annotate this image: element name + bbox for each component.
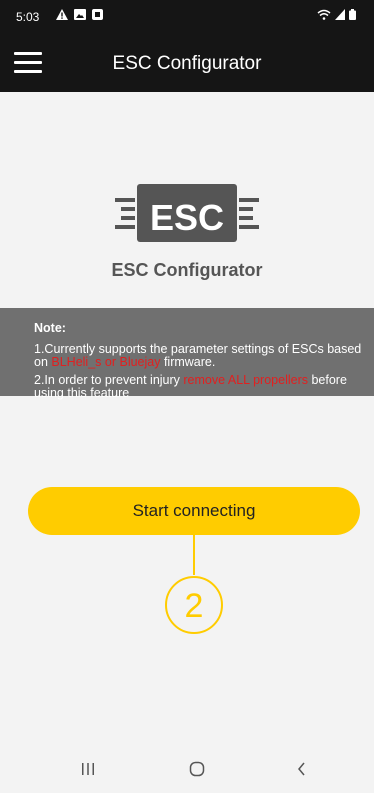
note-item-1-suffix: firmware.: [160, 355, 216, 369]
warning-icon: [56, 9, 68, 23]
note-item-2-highlight: remove ALL propellers: [183, 373, 308, 387]
signal-icon: [335, 9, 345, 23]
status-time: 5:03: [16, 10, 40, 24]
note-item-1-highlight: BLHeli_s or Bluejay: [51, 355, 161, 369]
back-icon[interactable]: [282, 757, 322, 781]
note-item-2-prefix: 2.In order to prevent injury: [34, 373, 184, 387]
status-right-icons: [317, 9, 356, 23]
esc-logo: ESC ESC Configurator: [0, 180, 374, 281]
status-left-icons: [56, 9, 103, 23]
system-nav-bar: [0, 745, 374, 793]
start-connecting-button[interactable]: Start connecting: [28, 487, 360, 535]
annotation-circle: [165, 576, 223, 634]
note-item-1: 1.Currently supports the parameter setti…: [34, 343, 364, 369]
esc-logo-mark: ESC: [115, 184, 259, 242]
page-title: ESC Configurator: [112, 53, 262, 74]
notification-icon: [92, 9, 103, 23]
image-icon: [74, 9, 86, 23]
status-bar: 5:03: [0, 0, 374, 36]
logo-caption: ESC Configurator: [111, 260, 263, 280]
note-panel: Note: 1.Currently supports the parameter…: [0, 308, 374, 400]
app-bar: ESC Configurator: [0, 36, 374, 92]
annotation-number: 2: [185, 587, 204, 625]
note-item-2: 2.In order to prevent injury remove ALL …: [34, 374, 364, 400]
logo-mark-text: ESC: [150, 197, 224, 238]
battery-icon: [349, 9, 356, 23]
annotation-callout: 2: [165, 535, 223, 634]
home-icon[interactable]: [177, 757, 217, 781]
recents-icon[interactable]: [68, 757, 108, 781]
wifi-icon: [317, 9, 331, 23]
note-title: Note:: [34, 321, 66, 335]
